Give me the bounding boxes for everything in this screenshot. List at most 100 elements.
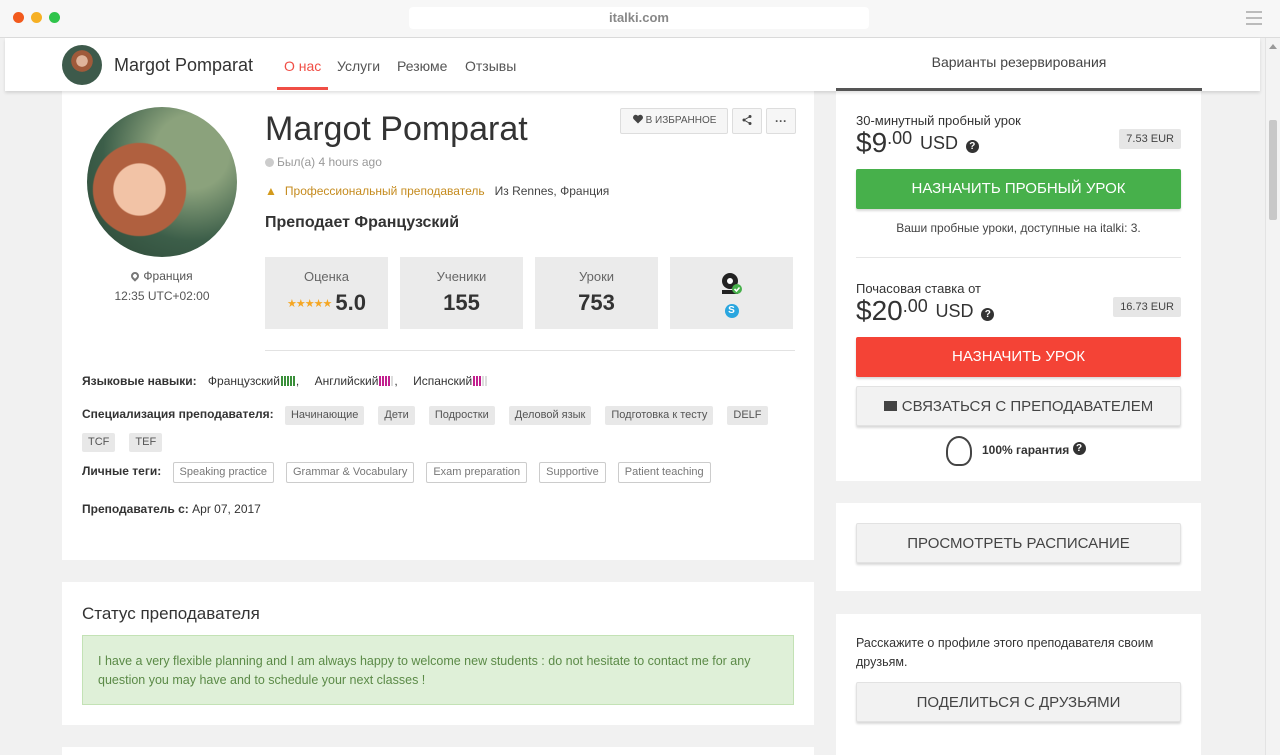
- active-tab-indicator: [277, 87, 328, 90]
- teacher-name: Margot Pomparat: [265, 110, 528, 148]
- teaches-language: Преподает Французский: [265, 214, 460, 231]
- spec-tag: Деловой язык: [508, 406, 592, 425]
- spec-tag: Дети: [378, 406, 415, 425]
- trial-lesson-label: 30-минутный пробный урок: [856, 113, 1021, 128]
- location-pin-icon: [129, 270, 142, 282]
- spec-tag: Начинающие: [284, 406, 365, 425]
- teacher-since-row: Преподаватель с: Apr 07, 2017: [82, 502, 261, 516]
- tab-reviews[interactable]: Отзывы: [465, 58, 516, 74]
- guarantee-text: 100% гарантия: [982, 443, 1070, 458]
- students-label: Ученики: [436, 269, 487, 284]
- language-skills-label: Языковые навыки:: [82, 374, 197, 388]
- language-spanish: Испанский: [413, 374, 488, 388]
- book-trial-button[interactable]: НАЗНАЧИТЬ ПРОБНЫЙ УРОК: [856, 169, 1181, 209]
- add-to-favorites-button[interactable]: В ИЗБРАННОЕ: [620, 108, 728, 134]
- trial-lessons-note: Ваши пробные уроки, доступные на italki:…: [896, 221, 1141, 235]
- next-card-edge: [62, 747, 814, 755]
- hourly-rate-label: Почасовая ставка от: [856, 281, 981, 296]
- spanish-level-bars-icon: [473, 375, 488, 389]
- graduation-cap-icon: ▲: [265, 184, 277, 198]
- guarantee-heart-badge-icon: [946, 436, 972, 466]
- booking-divider: [856, 257, 1181, 258]
- teacher-status-card: Статус преподавателя I have a very flexi…: [62, 582, 814, 725]
- trial-price-eur: 7.53 EUR: [1119, 129, 1181, 149]
- english-level-bars-icon: [379, 375, 394, 389]
- guarantee-row: 100% гарантия ?: [946, 436, 1086, 466]
- scroll-up-arrow-icon[interactable]: [1269, 44, 1277, 49]
- professional-badge-row: ▲ Профессиональный преподаватель Из Rennes…: [265, 184, 609, 198]
- heart-icon: [632, 114, 643, 124]
- language-french: Французский,: [207, 374, 300, 389]
- last-seen-text: Был(а) 4 hours ago: [277, 155, 382, 169]
- rating-stars-icon: ★★★★★: [287, 298, 332, 310]
- personal-tags-label: Личные теги:: [82, 464, 162, 478]
- browser-chrome: italki.com: [0, 0, 1280, 38]
- specialization-label: Специализация преподавателя:: [82, 407, 274, 421]
- envelope-icon: [883, 401, 897, 411]
- question-mark-icon[interactable]: ?: [1072, 442, 1086, 456]
- scrollbar-thumb[interactable]: [1269, 120, 1277, 220]
- share-icon: [742, 115, 752, 125]
- booking-options-tab[interactable]: Варианты резервирования: [836, 38, 1202, 91]
- country-text: Франция: [143, 269, 193, 283]
- book-lesson-button[interactable]: НАЗНАЧИТЬ УРОК: [856, 337, 1181, 377]
- personal-tags-row: Личные теги: Speaking practice Grammar & …: [82, 462, 723, 483]
- lessons-value: 753: [578, 290, 615, 315]
- avatar[interactable]: [62, 45, 102, 85]
- communication-tools-stat: S: [670, 257, 793, 329]
- address-bar[interactable]: italki.com: [409, 7, 869, 29]
- question-mark-icon[interactable]: ?: [965, 140, 979, 153]
- french-level-bars-icon: [280, 375, 296, 389]
- spec-tag: Подростки: [428, 406, 495, 425]
- offline-status-icon: [265, 158, 274, 167]
- page-scrollbar[interactable]: [1265, 38, 1280, 755]
- minimize-window-dot[interactable]: [31, 12, 42, 23]
- specialization-row: Специализация преподавателя: Начинающие Д…: [82, 401, 794, 455]
- question-mark-icon[interactable]: ?: [981, 308, 995, 321]
- teacher-since-label: Преподаватель с:: [82, 502, 189, 516]
- close-window-dot[interactable]: [13, 12, 24, 23]
- more-options-button[interactable]: ···: [766, 108, 796, 134]
- personal-tag: Speaking practice: [172, 462, 274, 483]
- status-message: I have a very flexible planning and I am…: [82, 635, 794, 705]
- hamburger-menu-icon[interactable]: [1246, 11, 1262, 29]
- share-with-friends-button[interactable]: ПОДЕЛИТЬСЯ С ДРУЗЬЯМИ: [856, 682, 1181, 722]
- teacher-local-time: 12:35 UTC+02:00: [114, 289, 210, 303]
- skype-icon: S: [724, 304, 739, 318]
- maximize-window-dot[interactable]: [49, 12, 60, 23]
- view-schedule-button[interactable]: ПРОСМОТРЕТЬ РАСПИСАНИЕ: [856, 523, 1181, 563]
- sticky-profile-header: Margot Pomparat О нас Услуги Резюме Отзы…: [5, 38, 1260, 91]
- rating-value: 5.0: [335, 290, 366, 315]
- trial-price: $9.00 USD ?: [856, 127, 979, 159]
- share-card: Расскажите о профиле этого преподавателя…: [836, 614, 1201, 755]
- personal-tag: Patient teaching: [617, 462, 711, 483]
- lessons-label: Уроки: [578, 269, 615, 284]
- teacher-since-value: Apr 07, 2017: [192, 502, 261, 516]
- students-stat: Ученики 155: [400, 257, 523, 329]
- lessons-stat: Уроки 753: [535, 257, 658, 329]
- personal-tag: Exam preparation: [426, 462, 528, 483]
- hourly-price-eur: 16.73 EUR: [1113, 297, 1181, 317]
- favorites-label: В ИЗБРАННОЕ: [645, 115, 717, 126]
- tab-resume[interactable]: Резюме: [397, 58, 447, 74]
- webcam-verified-icon: [721, 273, 742, 294]
- teacher-country: Франция: [87, 269, 237, 283]
- booking-card: 30-минутный пробный урок $9.00 USD ? 7.5…: [836, 91, 1201, 481]
- spec-tag: TEF: [129, 433, 163, 452]
- tab-about[interactable]: О нас: [284, 58, 321, 74]
- hourly-price: $20.00 USD ?: [856, 295, 995, 327]
- spec-tag: TCF: [82, 433, 116, 452]
- share-prompt: Расскажите о профиле этого преподавателя…: [856, 636, 1154, 669]
- teacher-photo[interactable]: [87, 107, 237, 257]
- tab-services[interactable]: Услуги: [337, 58, 380, 74]
- schedule-card: ПРОСМОТРЕТЬ РАСПИСАНИЕ: [836, 503, 1201, 591]
- last-seen: Был(а) 4 hours ago: [265, 155, 382, 169]
- spec-tag: DELF: [727, 406, 768, 425]
- rating-label: Оценка: [303, 269, 350, 284]
- contact-teacher-button[interactable]: СВЯЗАТЬСЯ С ПРЕПОДАВАТЕЛЕМ: [856, 386, 1181, 426]
- personal-tag: Supportive: [539, 462, 606, 483]
- share-button[interactable]: [732, 108, 762, 134]
- professional-teacher-link[interactable]: Профессиональный преподаватель: [285, 184, 485, 198]
- language-skills-row: Языковые навыки: Французский, Английский…: [82, 374, 488, 389]
- personal-tag: Grammar & Vocabulary: [286, 462, 415, 483]
